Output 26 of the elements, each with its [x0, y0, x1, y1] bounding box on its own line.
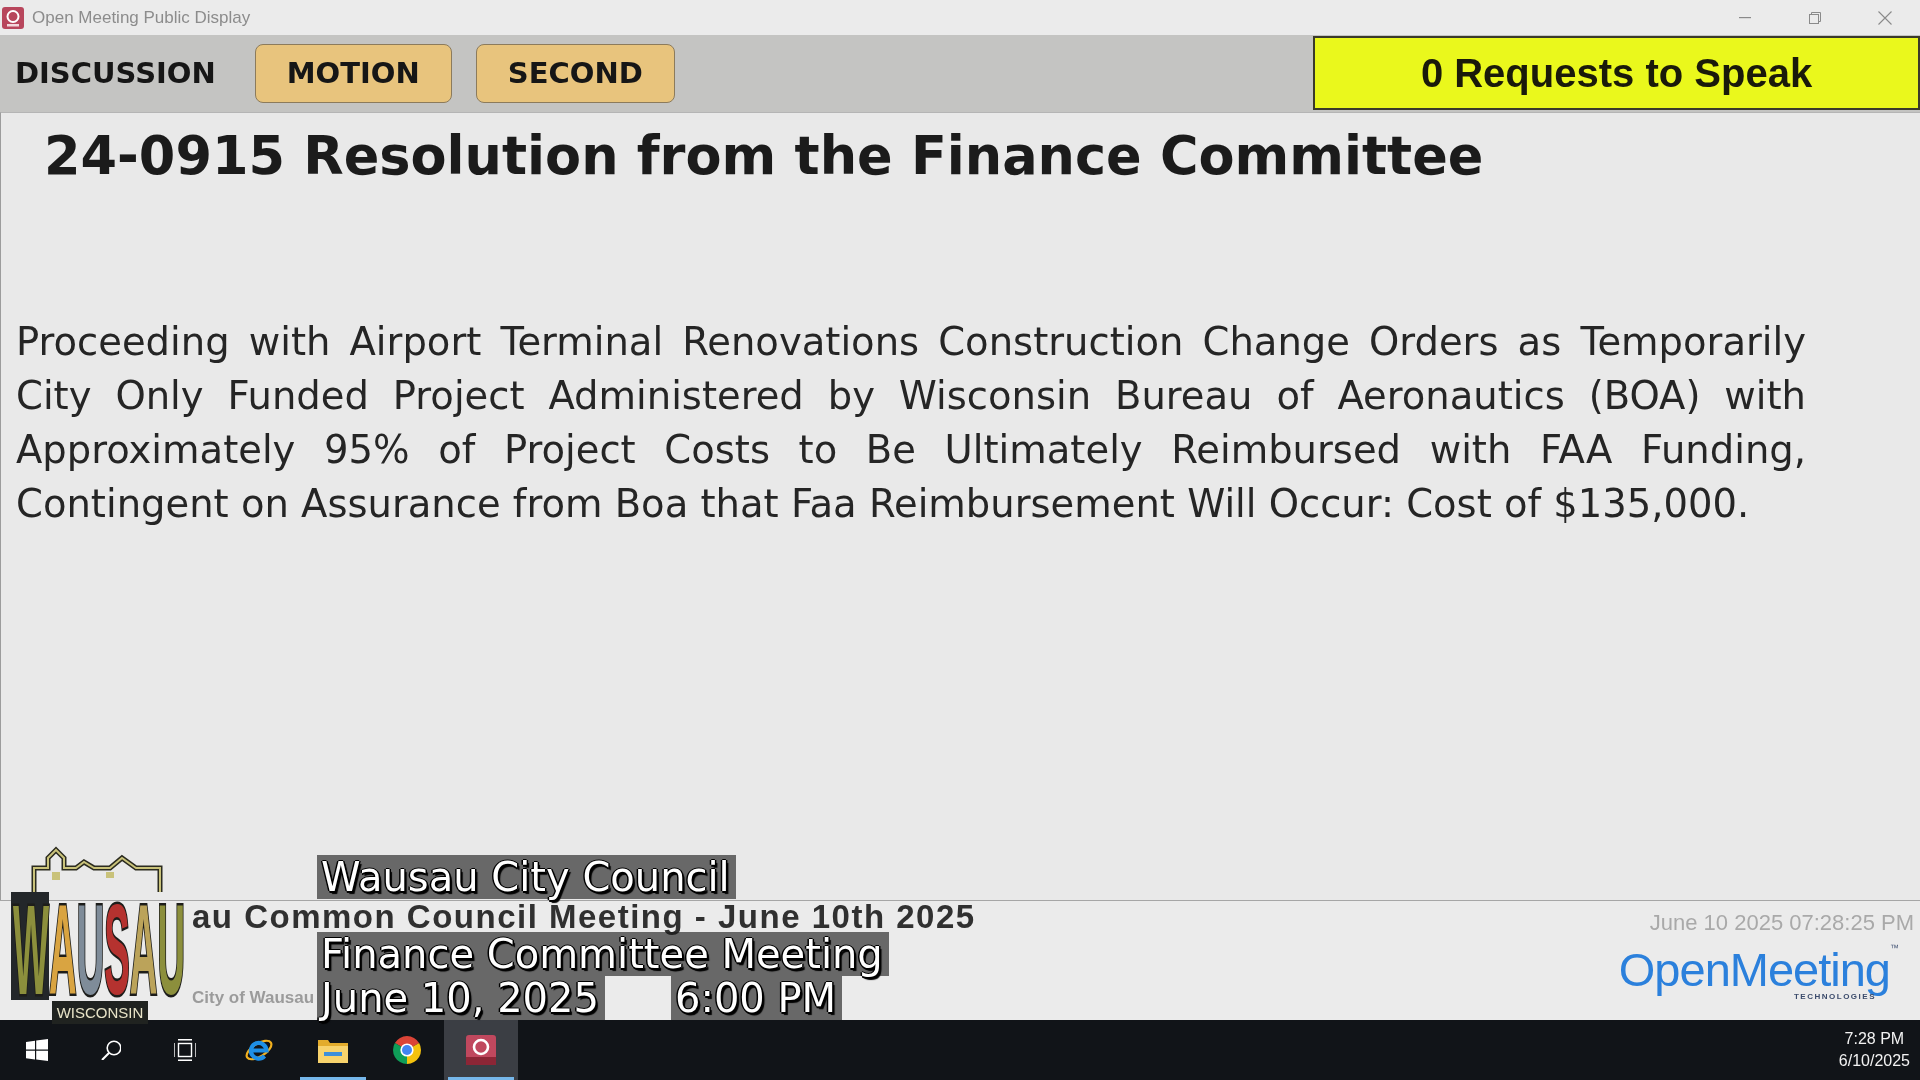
caption-date: June 10, 2025: [317, 976, 605, 1020]
search-icon[interactable]: [101, 1040, 121, 1060]
folder-icon[interactable]: [318, 1037, 348, 1063]
caption-text: Wausau City Council: [317, 855, 736, 899]
organization-name: City of Wausau: [192, 988, 315, 1008]
window-title: Open Meeting Public Display: [32, 6, 251, 29]
tricolor-ring-icon[interactable]: [392, 1035, 422, 1065]
clock-date: 6/10/2025: [1838, 1051, 1910, 1071]
restore-icon[interactable]: [1809, 11, 1821, 24]
app-icon: [2, 6, 24, 29]
timestamp: June 10 2025 07:28:25 PM: [1649, 910, 1914, 936]
stage-indicator: DISCUSSION: [14, 54, 217, 92]
close-icon[interactable]: [1878, 10, 1892, 25]
meeting-title: au Common Council Meeting - June 10th 2025: [192, 901, 976, 933]
caption-time: 6:00 PM: [670, 976, 843, 1020]
minimize-icon[interactable]: [1739, 16, 1751, 19]
taskbar-button[interactable]: [444, 1020, 518, 1080]
meeting-app-icon[interactable]: [466, 1035, 496, 1065]
agenda-item-title: 24-0915 Resolution from the Finance Committee: [43, 124, 1484, 188]
task-view-icon[interactable]: [174, 1039, 196, 1061]
windows-logo-icon[interactable]: [26, 1039, 48, 1061]
clock-time: 7:28 PM: [1844, 1029, 1905, 1049]
stage-indicator: MOTION: [254, 44, 452, 103]
agenda-item-description: Proceeding with Airport Terminal Renovations Construction Change Orders as Temporarily City Only Funded Project Administered by Wisconsin Bureau of Aeronautics (BOA) with Approximately 95% of Project Costs to Be Ultimately Reimbursed with FAA Funding, Contingent on Assurance from Boa that Faa Reimbursement Will Occur: Cost of $135,000.: [16, 318, 1806, 528]
requests-banner: 0 Requests to Speak: [1313, 36, 1920, 110]
stage-indicator: SECOND: [475, 44, 675, 103]
